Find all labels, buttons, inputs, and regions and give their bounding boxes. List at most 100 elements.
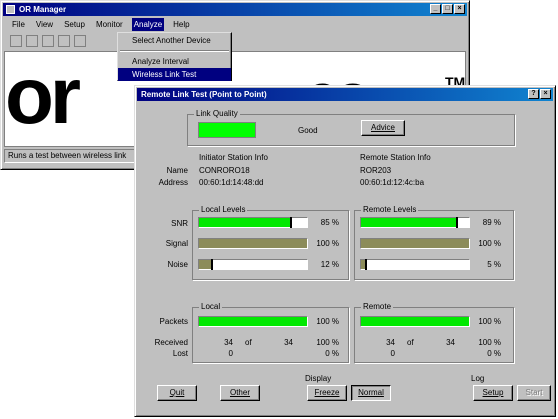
local-packets-group: Local 100 % 34 of 34 100 % 0 0 % [192, 302, 349, 363]
packets-label: Packets [159, 317, 188, 326]
lost-label: Lost [172, 349, 188, 358]
remote-levels-label: Remote Levels [361, 205, 419, 215]
local-signal-fill [199, 239, 307, 248]
link-quality-label: Link Quality [194, 109, 240, 119]
dialog-title: Remote Link Test (Point to Point) [141, 90, 267, 99]
remote-packets-group: Remote 100 % 34 of 34 100 % 0 0 % [354, 302, 514, 363]
local-noise-bar [198, 259, 308, 270]
menu-bar: File View Setup Monitor Analyze Help [4, 18, 192, 31]
link-quality-indicator [198, 122, 256, 138]
status-bar: Runs a test between wireless link [4, 149, 139, 163]
remote-packets-bar [360, 316, 470, 327]
local-snr-bar [198, 217, 308, 228]
new-icon[interactable] [10, 35, 22, 47]
local-received-count: 34 [224, 338, 233, 347]
remote-snr-bar [360, 217, 470, 228]
menu-file[interactable]: File [10, 18, 27, 31]
remote-link-test-dialog: Remote Link Test (Point to Point) ? × Li… [134, 85, 556, 417]
open-icon[interactable] [26, 35, 38, 47]
local-packets-percent: 100 % [316, 317, 339, 326]
noise-label: Noise [167, 260, 188, 269]
quit-button-label: Quit [169, 388, 185, 397]
remote-signal-value: 100 % [478, 239, 501, 248]
menu-item-select-device[interactable]: Select Another Device [118, 34, 231, 47]
log-label: Log [471, 374, 485, 383]
quit-button[interactable]: Quit [157, 385, 197, 401]
local-noise-value: 12 % [320, 260, 339, 269]
local-received-percent: 100 % [316, 338, 339, 347]
local-noise-marker [210, 259, 213, 270]
initiator-header: Initiator Station Info [199, 153, 268, 162]
remote-noise-bar [360, 259, 470, 270]
initiator-address: 00:60:1d:14:48:dd [199, 178, 264, 187]
help-question-icon[interactable]: ? [528, 89, 539, 99]
local-packets-bar [198, 316, 308, 327]
menu-setup[interactable]: Setup [62, 18, 87, 31]
local-of-label: of [245, 338, 252, 347]
menu-separator [120, 50, 229, 52]
menu-item-analyze-interval[interactable]: Analyze Interval [118, 55, 231, 68]
menu-analyze[interactable]: Analyze [131, 18, 165, 31]
remote-received-percent: 100 % [478, 338, 501, 347]
remote-signal-bar [360, 238, 470, 249]
local-levels-group: Local Levels 85 % 100 % 12 % [192, 205, 349, 280]
freeze-button[interactable]: Freeze [307, 385, 347, 401]
received-label: Received [154, 338, 188, 347]
remote-snr-value: 89 % [482, 218, 501, 227]
menu-item-wireless-link-test[interactable]: Wireless Link Test [118, 68, 231, 81]
start-button[interactable]: Start [517, 385, 551, 401]
address-label: Address [158, 178, 188, 187]
local-snr-fill [199, 218, 291, 227]
display-label: Display [305, 374, 332, 383]
remote-of-label: of [407, 338, 414, 347]
snr-label: SNR [171, 219, 188, 228]
or-manager-titlebar[interactable]: OR Manager _ □ × [3, 3, 467, 16]
logo-text: or [5, 51, 81, 140]
analyze-dropdown: Select Another Device Analyze Interval W… [117, 32, 232, 81]
signal-label: Signal [165, 239, 188, 248]
dialog-titlebar[interactable]: Remote Link Test (Point to Point) ? × [137, 88, 553, 101]
remote-packets-percent: 100 % [478, 317, 501, 326]
app-icon [6, 5, 15, 14]
menu-help[interactable]: Help [171, 18, 191, 31]
remote-packets-fill [361, 317, 469, 326]
local-snr-marker [289, 217, 292, 228]
menu-view[interactable]: View [34, 18, 55, 31]
local-snr-value: 85 % [320, 218, 339, 227]
help-icon[interactable] [74, 35, 86, 47]
local-lost-count: 0 [228, 349, 233, 358]
other-button[interactable]: Other [220, 385, 260, 401]
name-label: Name [166, 166, 188, 175]
remote-packets-label: Remote [361, 302, 394, 312]
link-quality-group: Link Quality Good Advice [187, 109, 515, 146]
close-icon[interactable]: × [454, 4, 465, 14]
local-levels-label: Local Levels [199, 205, 248, 215]
remote-station-address: 00:60:1d:12:4c:ba [360, 178, 425, 187]
start-button-label: Start [525, 388, 543, 397]
freeze-button-label: Freeze [314, 388, 340, 397]
remote-station-header: Remote Station Info [360, 153, 431, 162]
local-lost-percent: 0 % [325, 349, 339, 358]
other-button-label: Other [229, 388, 250, 397]
remote-lost-count: 0 [390, 349, 395, 358]
remote-signal-fill [361, 239, 469, 248]
remote-station-name: ROR203 [360, 166, 392, 175]
local-total-count: 34 [284, 338, 293, 347]
remote-snr-marker [456, 217, 459, 228]
print-icon[interactable] [58, 35, 70, 47]
link-quality-status: Good [298, 126, 318, 135]
setup-button[interactable]: Setup [473, 385, 513, 401]
maximize-icon[interactable]: □ [442, 4, 453, 14]
advice-button[interactable]: Advice [361, 120, 405, 136]
remote-noise-marker [365, 259, 368, 270]
menu-monitor[interactable]: Monitor [94, 18, 125, 31]
remote-total-count: 34 [446, 338, 455, 347]
remote-snr-fill [361, 218, 458, 227]
save-icon[interactable] [42, 35, 54, 47]
local-packets-label: Local [199, 302, 223, 312]
minimize-icon[interactable]: _ [430, 4, 441, 14]
setup-button-label: Setup [482, 388, 504, 397]
initiator-name: CONRORO18 [199, 166, 250, 175]
normal-button[interactable]: Normal [351, 385, 391, 401]
dialog-close-icon[interactable]: × [540, 89, 551, 99]
